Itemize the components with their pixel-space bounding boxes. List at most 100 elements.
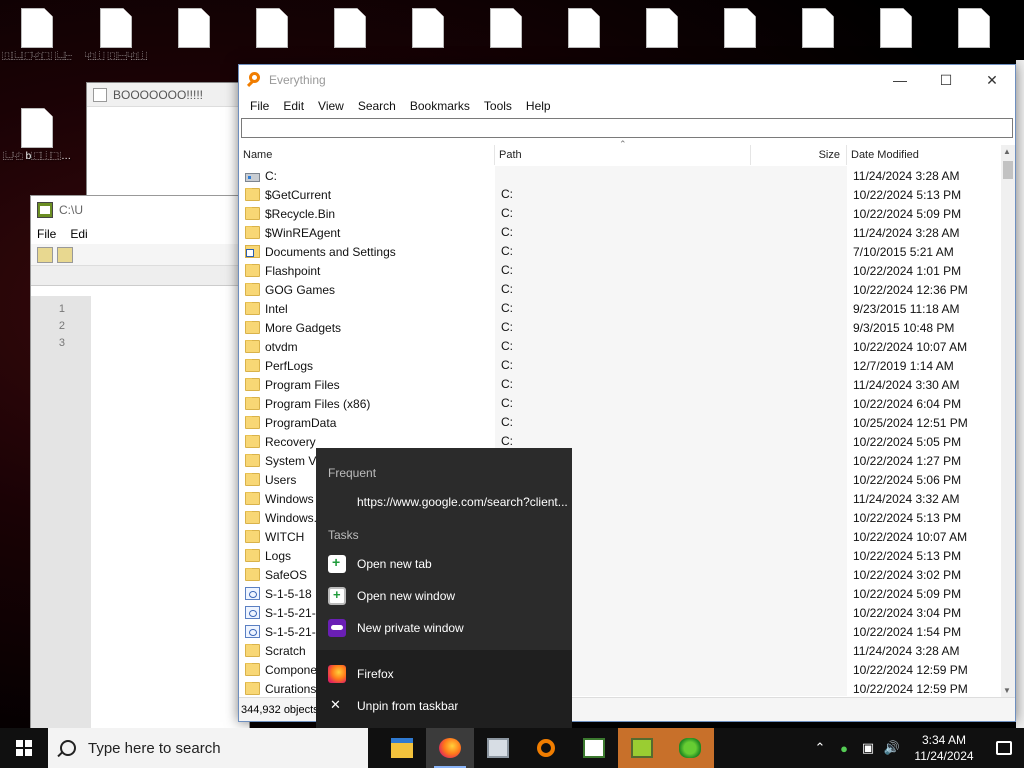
table-row[interactable]: ProgramData C: 10/25/2024 12:51 PM (239, 413, 1001, 432)
table-row[interactable]: $GetCurrent C: 10/22/2024 5:13 PM (239, 185, 1001, 204)
minimize-button[interactable]: — (877, 65, 923, 95)
table-row[interactable]: More Gadgets C: 9/3/2015 10:48 PM (239, 318, 1001, 337)
tray-app-icon[interactable]: ● (832, 741, 856, 756)
file-name: More Gadgets (265, 320, 342, 335)
desktop-icon[interactable] (939, 8, 1009, 51)
line-number: 2 (58, 320, 65, 332)
new-file-icon[interactable] (37, 247, 53, 263)
cell-size (751, 641, 847, 660)
desktop-icon[interactable] (861, 8, 931, 51)
task-open-new-tab[interactable]: Open new tab (316, 548, 572, 580)
menu-edit[interactable]: Edit (276, 99, 311, 113)
vertical-scrollbar[interactable]: ▲ ▼ (1001, 145, 1015, 697)
cell-size (751, 166, 847, 185)
open-file-icon[interactable] (57, 247, 73, 263)
menu-tools[interactable]: Tools (477, 99, 519, 113)
start-button[interactable] (0, 728, 48, 768)
desktop-icon[interactable] (705, 8, 775, 51)
taskbar-app-file-explorer[interactable] (378, 728, 426, 768)
desktop-icon[interactable] (315, 8, 385, 51)
column-header-size[interactable]: Size (751, 145, 847, 165)
cell-path: C: (495, 375, 751, 394)
desktop-icon[interactable] (159, 8, 229, 51)
folder-icon (245, 339, 260, 353)
desktop-icon[interactable] (393, 8, 463, 51)
menu-file[interactable]: File (243, 99, 276, 113)
task-open-new-window[interactable]: Open new window (316, 580, 572, 612)
cell-name: Recovery (239, 434, 495, 449)
notification-center-button[interactable] (984, 741, 1024, 755)
desktop-icon[interactable] (237, 8, 307, 51)
notepad-menu-edit[interactable]: Edi (70, 227, 87, 241)
taskbar-app-everything[interactable] (522, 728, 570, 768)
folder-icon (245, 358, 260, 372)
column-header-name[interactable]: Name (239, 145, 495, 165)
menu-help[interactable]: Help (519, 99, 558, 113)
frequent-item[interactable]: https://www.google.com/search?client... (316, 486, 572, 518)
table-row[interactable]: PerfLogs C: 12/7/2019 1:14 AM (239, 356, 1001, 375)
desktop-icon[interactable] (627, 8, 697, 51)
scroll-up-icon[interactable]: ▲ (1003, 147, 1011, 156)
desktop-icon[interactable] (471, 8, 541, 51)
cell-date-modified: 10/22/2024 3:02 PM (853, 567, 962, 582)
table-row[interactable]: Documents and Settings C: 7/10/2015 5:21 A… (239, 242, 1001, 261)
table-row[interactable]: C: 11/24/2024 3:28 AM (239, 166, 1001, 185)
desktop-icon[interactable] (549, 8, 619, 51)
taskbar-app-photos[interactable] (474, 728, 522, 768)
network-icon[interactable]: ▣ (856, 740, 880, 756)
folder-icon (245, 567, 260, 581)
table-row[interactable]: $Recycle.Bin C: 10/22/2024 5:09 PM (239, 204, 1001, 223)
notepad-titlebar[interactable]: C:\U (31, 196, 249, 224)
column-header-path[interactable]: Path (495, 145, 751, 165)
tasks-header: Tasks (328, 528, 359, 542)
firefox-jump-list: Frequent https://www.google.com/search?c… (316, 448, 572, 728)
notepad-window[interactable]: C:\U File Edi 1 2 3 (30, 195, 250, 730)
desktop-icon[interactable]: ⿺⿻ b⿸⿰⿹… (2, 108, 72, 162)
cell-date-modified: 11/24/2024 3:28 AM (853, 643, 960, 658)
cell-path: C: (495, 299, 751, 318)
folder-icon (245, 681, 260, 695)
sys-icon (245, 587, 260, 600)
file-explorer-icon (391, 738, 413, 758)
table-row[interactable]: otvdm C: 10/22/2024 10:07 AM (239, 337, 1001, 356)
table-row[interactable]: Intel C: 9/23/2015 11:18 AM (239, 299, 1001, 318)
menu-search[interactable]: Search (351, 99, 403, 113)
unpin-from-taskbar[interactable]: Unpin from taskbar (316, 690, 572, 722)
everything-titlebar[interactable]: Everything — ☐ ✕ (239, 65, 1015, 95)
scrollbar-thumb[interactable] (1003, 161, 1013, 179)
menu-bookmarks[interactable]: Bookmarks (403, 99, 477, 113)
volume-icon[interactable]: 🔊 (880, 740, 904, 756)
cell-name: Program Files (239, 377, 495, 392)
desktop-icon[interactable]: ⿵⿺⿸⿻⿹ ⿺⿱⿻⿸… (2, 8, 72, 62)
file-name: Logs (265, 548, 292, 563)
taskbar-app-notepad-plus-plus[interactable] (618, 728, 666, 768)
taskbar-app-firefox[interactable] (426, 728, 474, 768)
clock[interactable]: 3:34 AM 11/24/2024 (904, 732, 984, 764)
menu-view[interactable]: View (311, 99, 351, 113)
taskbar-app-slideshow[interactable] (570, 728, 618, 768)
table-row[interactable]: Program Files C: 11/24/2024 3:30 AM (239, 375, 1001, 394)
notepad-menu-file[interactable]: File (37, 227, 56, 241)
table-row[interactable]: $WinREAgent C: 11/24/2024 3:28 AM (239, 223, 1001, 242)
desktop-icon-label: ⿺⿻ b⿸⿰⿹… (2, 151, 72, 162)
cell-size (751, 185, 847, 204)
desktop-icon[interactable]: ⿻⿰ ⿵⿱⿻⿰ (81, 8, 151, 62)
desktop-icon[interactable] (783, 8, 853, 51)
boo-window-titlebar[interactable]: BOOOOOOO!!!!! (87, 83, 255, 107)
close-button[interactable]: ✕ (969, 65, 1015, 95)
taskbar-app-messenger[interactable] (666, 728, 714, 768)
notepad-menubar: File Edi (31, 224, 249, 244)
table-row[interactable]: Flashpoint C: 10/22/2024 1:01 PM (239, 261, 1001, 280)
notepad-tabbar[interactable] (31, 266, 249, 286)
launch-firefox[interactable]: Firefox (316, 658, 572, 690)
scroll-down-icon[interactable]: ▼ (1003, 686, 1011, 695)
boo-window-title: BOOOOOOO!!!!! (113, 87, 204, 102)
search-input[interactable] (241, 118, 1013, 138)
chevron-up-icon[interactable]: ⌃ (808, 740, 832, 756)
taskbar-search-box[interactable]: Type here to search (48, 728, 368, 768)
maximize-button[interactable]: ☐ (923, 65, 969, 95)
task-new-private-window[interactable]: New private window (316, 612, 572, 644)
table-row[interactable]: Program Files (x86) C: 10/22/2024 6:04 PM (239, 394, 1001, 413)
column-header-date-modified[interactable]: Date Modified (847, 145, 1001, 165)
table-row[interactable]: GOG Games C: 10/22/2024 12:36 PM (239, 280, 1001, 299)
